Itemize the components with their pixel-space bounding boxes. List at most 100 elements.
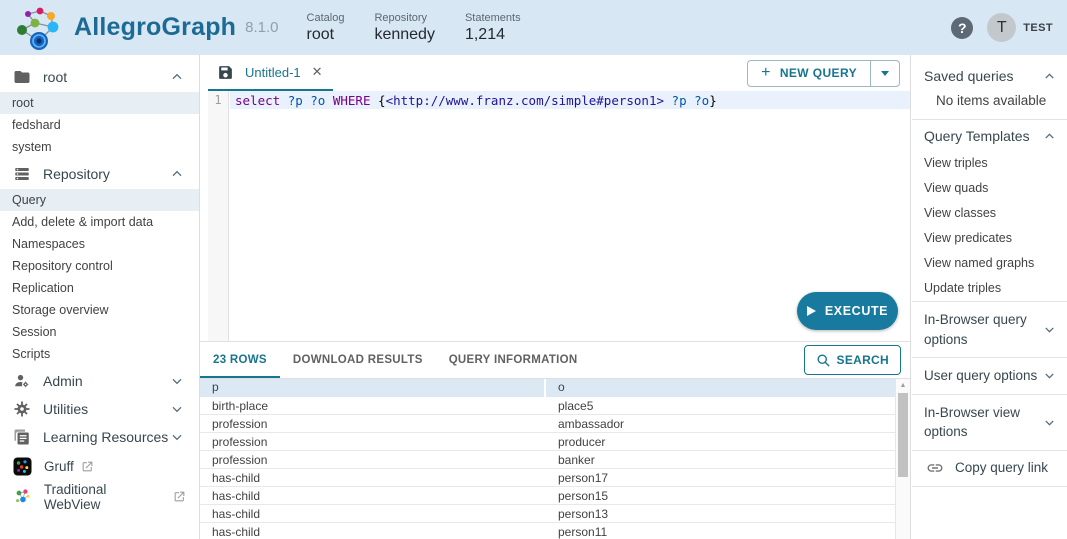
- sidebar-item-repository-control[interactable]: Repository control: [0, 255, 199, 277]
- search-label: SEARCH: [837, 353, 889, 367]
- template-view-triples[interactable]: View triples: [912, 151, 1067, 176]
- chevron-down-icon: [169, 373, 185, 389]
- cell-o[interactable]: banker: [546, 451, 895, 468]
- user-query-options-header[interactable]: User query options: [912, 358, 1067, 394]
- cell-p[interactable]: has-child: [200, 523, 546, 539]
- sparql-keyword: WHERE: [333, 93, 371, 108]
- template-view-predicates[interactable]: View predicates: [912, 226, 1067, 251]
- sidebar-item-catalog-system[interactable]: system: [0, 136, 199, 158]
- table-row: has-child person17: [200, 469, 895, 487]
- utilities-section-label: Utilities: [43, 401, 88, 417]
- execute-label: EXECUTE: [825, 304, 888, 318]
- save-icon[interactable]: [217, 64, 234, 81]
- help-icon[interactable]: ?: [951, 17, 973, 39]
- table-scrollbar[interactable]: ▲: [895, 379, 910, 539]
- sidebar-item-query[interactable]: Query: [0, 189, 199, 211]
- utilities-section-header[interactable]: Utilities: [0, 396, 199, 421]
- sidebar-link-traditional-webview[interactable]: Traditional WebView: [0, 484, 199, 509]
- tab-query-information[interactable]: QUERY INFORMATION: [436, 342, 591, 378]
- sidebar-item-namespaces[interactable]: Namespaces: [0, 233, 199, 255]
- table-row: birth-place place5: [200, 397, 895, 415]
- sidebar-item-scripts[interactable]: Scripts: [0, 343, 199, 365]
- traditional-webview-label: Traditional WebView: [44, 482, 166, 512]
- execute-button[interactable]: EXECUTE: [797, 292, 898, 330]
- template-view-classes[interactable]: View classes: [912, 201, 1067, 226]
- divider: [912, 486, 1067, 487]
- in-browser-query-options-header[interactable]: In-Browser query options: [912, 302, 1067, 357]
- query-panel: Untitled-1 ✕ + NEW QUERY 1 select ?p ?o …: [200, 55, 911, 539]
- cell-p[interactable]: has-child: [200, 487, 546, 504]
- copy-query-link-button[interactable]: Copy query link: [912, 451, 1067, 486]
- cell-o[interactable]: person17: [546, 469, 895, 486]
- cell-p[interactable]: has-child: [200, 505, 546, 522]
- template-view-quads[interactable]: View quads: [912, 176, 1067, 201]
- admin-section-header[interactable]: Admin: [0, 368, 199, 393]
- template-view-named-graphs[interactable]: View named graphs: [912, 251, 1067, 276]
- in-browser-view-options-header[interactable]: In-Browser view options: [912, 395, 1067, 450]
- sidebar-item-storage-overview[interactable]: Storage overview: [0, 299, 199, 321]
- cell-o[interactable]: producer: [546, 433, 895, 450]
- scrollbar-thumb[interactable]: [898, 393, 908, 477]
- column-header-o[interactable]: o: [546, 379, 895, 397]
- sidebar-item-catalog-fedshard[interactable]: fedshard: [0, 114, 199, 136]
- learning-resources-section-header[interactable]: Learning Resources: [0, 424, 199, 449]
- user-avatar[interactable]: T: [987, 13, 1016, 42]
- sidebar-item-catalog-root[interactable]: root: [0, 92, 199, 114]
- app-version: 8.1.0: [245, 19, 278, 36]
- cell-o[interactable]: person11: [546, 523, 895, 539]
- cell-o[interactable]: ambassador: [546, 415, 895, 432]
- allegrograph-webview: AllegroGraph 8.1.0 Catalog root Reposito…: [0, 0, 1067, 539]
- column-header-p[interactable]: p: [200, 379, 544, 397]
- statements-label: Statements: [465, 12, 521, 24]
- close-tab-icon[interactable]: ✕: [312, 64, 323, 80]
- query-code-line[interactable]: select ?p ?o WHERE {<http://www.franz.co…: [230, 91, 910, 109]
- repository-label: Repository: [374, 12, 435, 24]
- sidebar-item-session[interactable]: Session: [0, 321, 199, 343]
- table-row: profession producer: [200, 433, 895, 451]
- table-row: profession banker: [200, 451, 895, 469]
- in-browser-view-options-label: In-Browser view options: [924, 403, 1038, 442]
- sparql-variables: ?p ?o: [288, 93, 326, 108]
- sidebar-link-gruff[interactable]: Gruff: [0, 454, 199, 479]
- allegrograph-logo-icon: [13, 5, 65, 51]
- catalog-stat: Catalog root: [307, 12, 345, 44]
- statements-stat: Statements 1,214: [465, 12, 521, 44]
- query-editor[interactable]: 1 select ?p ?o WHERE {<http://www.franz.…: [200, 91, 910, 341]
- query-templates-header[interactable]: Query Templates: [912, 120, 1067, 151]
- table-row: profession ambassador: [200, 415, 895, 433]
- sidebar-item-add-delete-import[interactable]: Add, delete & import data: [0, 211, 199, 233]
- scrollbar-up-icon[interactable]: ▲: [896, 379, 910, 392]
- catalog-section-header[interactable]: root: [0, 64, 199, 89]
- repository-section-header[interactable]: Repository: [0, 161, 199, 186]
- admin-section-label: Admin: [43, 373, 83, 389]
- new-query-label: NEW QUERY: [780, 66, 857, 80]
- tab-untitled-1[interactable]: Untitled-1 ✕: [208, 55, 333, 91]
- sparql-brace: {: [378, 93, 386, 108]
- search-button[interactable]: SEARCH: [804, 345, 901, 375]
- cell-p[interactable]: birth-place: [200, 397, 546, 414]
- saved-queries-header[interactable]: Saved queries: [912, 60, 1067, 91]
- gruff-icon: [13, 457, 32, 476]
- cell-p[interactable]: profession: [200, 433, 546, 450]
- tab-label: Untitled-1: [245, 65, 301, 80]
- top-bar-right: ? T TEST: [951, 13, 1053, 42]
- tab-download-results[interactable]: DOWNLOAD RESULTS: [280, 342, 436, 378]
- username: TEST: [1023, 22, 1053, 34]
- chevron-up-icon: [1042, 129, 1057, 144]
- sidebar-item-replication[interactable]: Replication: [0, 277, 199, 299]
- cell-p[interactable]: has-child: [200, 469, 546, 486]
- top-bar: AllegroGraph 8.1.0 Catalog root Reposito…: [0, 0, 1067, 55]
- cell-o[interactable]: place5: [546, 397, 895, 414]
- cell-p[interactable]: profession: [200, 415, 546, 432]
- sparql-iri: <http://www.franz.com/simple#person1>: [386, 93, 664, 108]
- results-table-header: p o: [200, 379, 895, 397]
- new-query-dropdown-button[interactable]: [870, 61, 899, 86]
- cell-o[interactable]: person13: [546, 505, 895, 522]
- learning-resources-icon: [13, 428, 31, 446]
- cell-p[interactable]: profession: [200, 451, 546, 468]
- new-query-button[interactable]: + NEW QUERY: [748, 61, 870, 86]
- template-update-triples[interactable]: Update triples: [912, 276, 1067, 301]
- editor-gutter: 1: [208, 91, 229, 341]
- cell-o[interactable]: person15: [546, 487, 895, 504]
- tab-rows[interactable]: 23 ROWS: [200, 342, 280, 378]
